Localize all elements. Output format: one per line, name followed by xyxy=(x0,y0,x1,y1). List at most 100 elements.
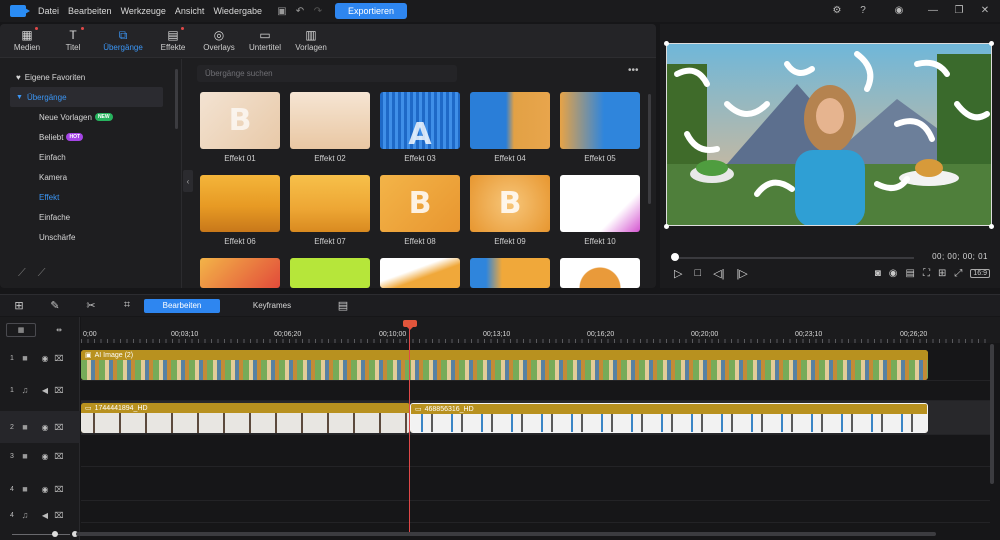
save-icon[interactable]: ▣ xyxy=(275,4,289,18)
tab-overlays[interactable]: ◎ Overlays xyxy=(196,24,242,57)
timeline-clip-video-a[interactable]: ▭ 1744441894_HD xyxy=(81,403,410,433)
zoom-slider[interactable] xyxy=(12,534,70,535)
lock-icon[interactable]: ⌧ xyxy=(52,511,66,520)
preview-scrubber[interactable] xyxy=(674,257,914,259)
preview-frame[interactable] xyxy=(666,43,992,226)
transition-tile[interactable] xyxy=(380,258,460,288)
link-icon[interactable]: ⟋ xyxy=(38,267,46,280)
aspect-ratio-button[interactable]: 16:9 xyxy=(970,269,990,278)
sidebar-item-beliebt[interactable]: Beliebt HOT xyxy=(0,127,181,147)
transition-tile[interactable]: B xyxy=(200,92,280,149)
audio-record-icon[interactable]: ◉ xyxy=(889,268,898,279)
close-icon[interactable]: ✕ xyxy=(978,3,992,17)
menu-bearbeiten[interactable]: Bearbeiten xyxy=(68,6,112,16)
sidebar-item-effekt[interactable]: Effekt xyxy=(0,187,181,207)
fullscreen-icon[interactable]: ⤢ xyxy=(954,268,962,279)
tab-bearbeiten[interactable]: Bearbeiten xyxy=(144,298,220,313)
search-input[interactable]: Übergänge suchen xyxy=(197,65,457,82)
collapse-sidebar-button[interactable]: ‹ xyxy=(183,170,193,192)
layout-icon[interactable]: ⊞ xyxy=(938,268,946,279)
transition-tile[interactable] xyxy=(470,258,550,288)
lock-icon[interactable]: ⌧ xyxy=(52,423,66,432)
tab-uebergaenge[interactable]: ⧉ Übergänge xyxy=(96,24,150,57)
tab-medien[interactable]: ▦ Medien xyxy=(4,24,50,57)
speaker-icon[interactable]: ◀ xyxy=(38,386,52,395)
playhead[interactable] xyxy=(409,326,410,534)
help-icon[interactable]: ? xyxy=(856,3,870,17)
lock-icon[interactable]: ⌧ xyxy=(52,485,66,494)
transition-tile[interactable] xyxy=(560,92,640,149)
transition-tile[interactable]: A xyxy=(380,92,460,149)
lock-icon[interactable]: ⌧ xyxy=(52,354,66,363)
fit-timeline-button[interactable]: ⇹ xyxy=(44,323,74,337)
minimize-icon[interactable]: — xyxy=(926,3,940,17)
subtitle-toggle-icon[interactable]: ▤ xyxy=(906,268,915,279)
sidebar-item-unschaerfe[interactable]: Unschärfe xyxy=(0,227,181,247)
track-manager-button[interactable]: ▦ xyxy=(6,323,36,337)
add-track-icon[interactable]: ⊞ xyxy=(12,299,26,313)
library-scrollbar[interactable] xyxy=(648,94,651,204)
scrubber-knob[interactable] xyxy=(671,253,679,261)
sidebar-item-einfach[interactable]: Einfach xyxy=(0,147,181,167)
transition-tile[interactable]: B xyxy=(470,175,550,232)
resize-handle[interactable] xyxy=(989,224,994,229)
scissors-icon[interactable]: ✂ xyxy=(84,299,98,313)
menu-ansicht[interactable]: Ansicht xyxy=(175,6,205,16)
previous-frame-icon[interactable]: ◁| xyxy=(713,267,724,280)
playhead-handle[interactable] xyxy=(403,320,417,330)
zoom-slider-knob[interactable] xyxy=(52,531,58,537)
transition-tile[interactable] xyxy=(470,92,550,149)
restore-icon[interactable]: ❐ xyxy=(952,3,966,17)
stop-icon[interactable]: □ xyxy=(694,267,701,280)
export-button[interactable]: Exportieren xyxy=(334,3,407,19)
tab-keyframes[interactable]: Keyframes xyxy=(234,299,310,313)
sidebar-item-uebergaenge[interactable]: ▼ Übergänge xyxy=(10,87,163,107)
eye-icon[interactable]: ◉ xyxy=(38,423,52,432)
transition-tile[interactable] xyxy=(200,175,280,232)
timeline-vertical-scrollbar[interactable] xyxy=(990,344,994,484)
sidebar-scrollbar[interactable] xyxy=(175,69,178,129)
pen-icon[interactable]: ✎ xyxy=(48,299,62,313)
sidebar-item-favorites[interactable]: ♥ Eigene Favoriten xyxy=(0,67,181,87)
transition-tile[interactable] xyxy=(290,175,370,232)
sidebar-item-neue-vorlagen[interactable]: Neue Vorlagen NEW xyxy=(0,107,181,127)
resize-handle[interactable] xyxy=(664,224,669,229)
redo-icon[interactable]: ↷ xyxy=(311,4,325,18)
speaker-icon[interactable]: ◀ xyxy=(38,511,52,520)
settings-gear-icon[interactable]: ⚙ xyxy=(830,3,844,17)
transition-tile[interactable]: B xyxy=(380,175,460,232)
timeline-horizontal-scrollbar[interactable] xyxy=(76,532,936,536)
menu-wiedergabe[interactable]: Wiedergabe xyxy=(213,6,262,16)
crop-icon[interactable]: ⛶ xyxy=(923,268,930,279)
tab-titel[interactable]: T Titel xyxy=(50,24,96,57)
tab-effekte[interactable]: ▤ Effekte xyxy=(150,24,196,57)
transition-tile[interactable] xyxy=(290,92,370,149)
eye-icon[interactable]: ◉ xyxy=(38,485,52,494)
transition-tile[interactable] xyxy=(560,175,640,232)
menu-datei[interactable]: Datei xyxy=(38,6,59,16)
lock-icon[interactable]: ⌧ xyxy=(52,452,66,461)
time-ruler[interactable]: 0;00 00;03;10 00;06;20 00;10;00 00;13;10… xyxy=(81,317,1000,343)
sidebar-item-einfache[interactable]: Einfache xyxy=(0,207,181,227)
crop-tool-icon[interactable]: ⌗ xyxy=(120,299,134,313)
eye-icon[interactable]: ◉ xyxy=(38,354,52,363)
tab-vorlagen[interactable]: ▥ Vorlagen xyxy=(288,24,334,57)
more-options-icon[interactable]: ••• xyxy=(628,65,639,76)
timeline-clip-video-b[interactable]: ▭ 468856316_HD xyxy=(410,403,928,433)
sidebar-item-kamera[interactable]: Kamera xyxy=(0,167,181,187)
menu-werkzeuge[interactable]: Werkzeuge xyxy=(121,6,166,16)
snapshot-icon[interactable]: ◙ xyxy=(875,268,881,279)
timeline-clip-ai-image[interactable]: ▣ AI Image (2) xyxy=(81,350,928,380)
resize-handle[interactable] xyxy=(989,41,994,46)
tab-untertitel[interactable]: ▭ Untertitel xyxy=(242,24,288,57)
lock-icon[interactable]: ⌧ xyxy=(52,386,66,395)
transition-tile[interactable] xyxy=(290,258,370,288)
marker-list-icon[interactable]: ▤ xyxy=(336,299,350,313)
play-icon[interactable]: ▷ xyxy=(674,267,682,280)
account-icon[interactable]: ◉ xyxy=(892,3,906,17)
transition-tile[interactable] xyxy=(200,258,280,288)
transition-tile[interactable] xyxy=(560,258,640,288)
ai-effect-icon[interactable]: ⟋ xyxy=(18,267,26,280)
undo-icon[interactable]: ↶ xyxy=(293,4,307,18)
resize-handle[interactable] xyxy=(664,41,669,46)
